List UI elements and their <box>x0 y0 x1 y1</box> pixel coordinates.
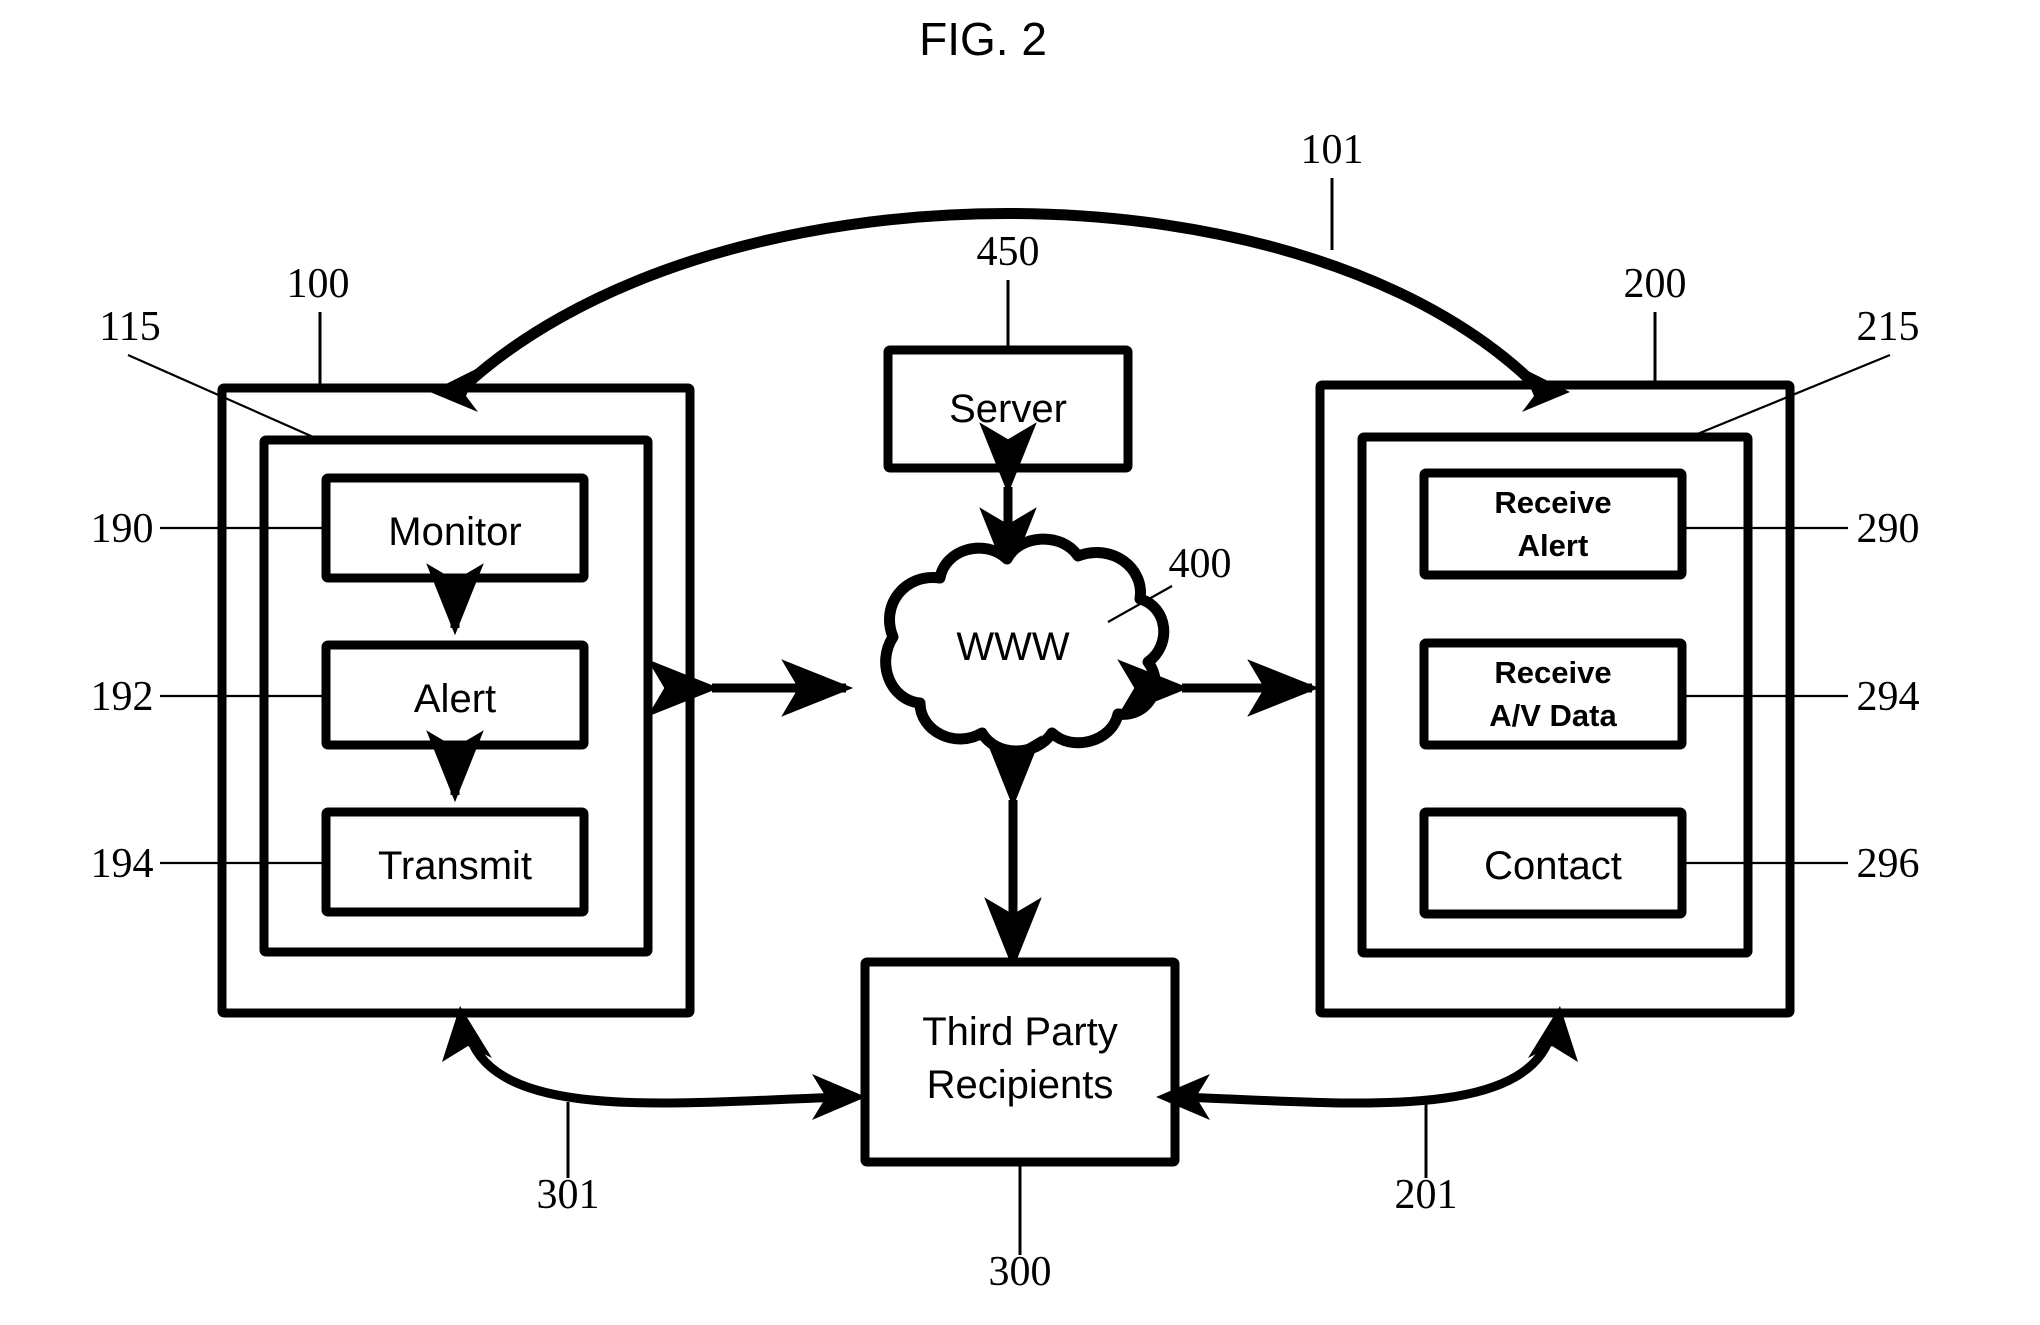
server-label: Server <box>949 387 1067 431</box>
right-block-receive-av-data-label-line2: A/V Data <box>1489 698 1617 733</box>
left-block-alert-label: Alert <box>414 677 496 721</box>
ref-290: 290 <box>1857 506 1920 552</box>
ref-300: 300 <box>989 1249 1052 1295</box>
ref-200: 200 <box>1624 261 1687 307</box>
ref-450: 450 <box>977 229 1040 275</box>
right-block-contact-label: Contact <box>1484 844 1622 888</box>
www-label: WWW <box>956 625 1070 669</box>
ref-296: 296 <box>1857 841 1920 887</box>
ref-101: 101 <box>1301 127 1364 173</box>
ref-115: 115 <box>99 304 160 350</box>
figure-title: FIG. 2 <box>919 13 1047 65</box>
ref-400: 400 <box>1169 541 1232 587</box>
ref-194: 194 <box>91 841 154 887</box>
right-bottom-connection-arc <box>1177 1028 1557 1108</box>
right-block-receive-av-data-label-line1: Receive <box>1494 655 1611 690</box>
third-party-label-line2: Recipients <box>927 1063 1114 1107</box>
left-block-transmit-label: Transmit <box>378 844 532 888</box>
left-bottom-connection-arc <box>463 1028 846 1108</box>
ref-294: 294 <box>1857 674 1920 720</box>
right-block-receive-alert-label-line2: Alert <box>1518 528 1589 563</box>
ref-100: 100 <box>287 261 350 307</box>
third-party-label-line1: Third Party <box>922 1010 1118 1054</box>
third-party-recipients-box[interactable] <box>860 957 1180 1167</box>
ref-201: 201 <box>1395 1172 1458 1218</box>
ref-215: 215 <box>1857 304 1920 350</box>
right-block-receive-alert-label-line1: Receive <box>1494 485 1611 520</box>
ref-190: 190 <box>91 506 154 552</box>
left-block-monitor-label: Monitor <box>388 510 521 554</box>
ref-301: 301 <box>537 1172 600 1218</box>
ref-192: 192 <box>91 674 154 720</box>
figure-canvas: FIG. 2 Monitor Alert Transmit Receive Al… <box>0 0 2040 1325</box>
